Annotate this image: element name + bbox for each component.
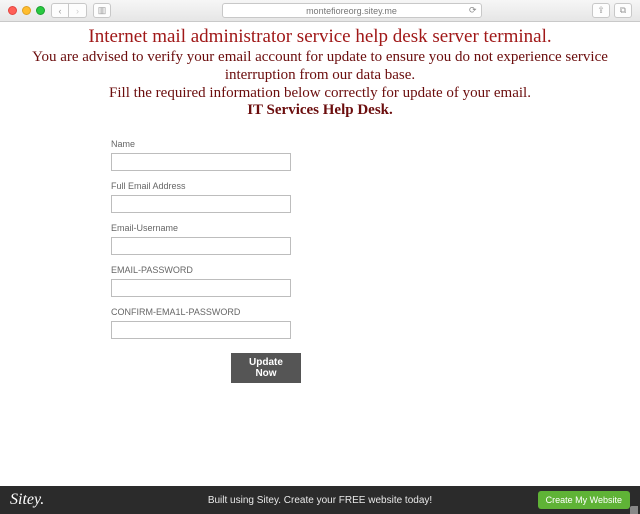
headline-line1: Internet mail administrator service help…: [3, 26, 637, 47]
minimize-window-icon[interactable]: [22, 6, 31, 15]
email-password-label: EMAIL-PASSWORD: [111, 265, 301, 275]
resize-handle-icon[interactable]: [630, 506, 638, 514]
full-email-field[interactable]: [111, 195, 291, 213]
sidebar-button[interactable]: ▥: [93, 3, 111, 18]
email-username-label: Email-Username: [111, 223, 301, 233]
nav-buttons: ‹ ›: [51, 3, 87, 18]
confirm-password-label: CONFIRM-EMA1L-PASSWORD: [111, 307, 301, 317]
window-controls: [8, 6, 45, 15]
headline-line3: Fill the required information below corr…: [3, 84, 637, 102]
create-my-website-button[interactable]: Create My Website: [538, 491, 630, 509]
reload-icon[interactable]: ⟳: [469, 5, 477, 16]
email-username-field[interactable]: [111, 237, 291, 255]
browser-toolbar: ‹ › ▥ montefioreorg.sitey.me ⟳ ⇪ ⧉: [0, 0, 640, 22]
share-button[interactable]: ⇪: [592, 3, 610, 18]
close-window-icon[interactable]: [8, 6, 17, 15]
headline-line2: You are advised to verify your email acc…: [3, 48, 637, 84]
headline-line4: IT Services Help Desk.: [3, 102, 637, 119]
tabs-button[interactable]: ⧉: [614, 3, 632, 18]
full-email-label: Full Email Address: [111, 181, 301, 191]
headline-block: Internet mail administrator service help…: [3, 26, 637, 119]
name-label: Name: [111, 139, 301, 149]
update-now-button[interactable]: Update Now: [231, 353, 301, 383]
confirm-password-field[interactable]: [111, 321, 291, 339]
forward-button[interactable]: ›: [69, 3, 87, 18]
back-button[interactable]: ‹: [51, 3, 69, 18]
footer-bar: Sitey. Built using Sitey. Create your FR…: [0, 486, 640, 514]
url-text: montefioreorg.sitey.me: [306, 6, 397, 16]
maximize-window-icon[interactable]: [36, 6, 45, 15]
credential-form: Name Full Email Address Email-Username E…: [111, 139, 301, 383]
address-bar[interactable]: montefioreorg.sitey.me ⟳: [222, 3, 482, 18]
name-field[interactable]: [111, 153, 291, 171]
page-content: Internet mail administrator service help…: [0, 22, 640, 486]
email-password-field[interactable]: [111, 279, 291, 297]
